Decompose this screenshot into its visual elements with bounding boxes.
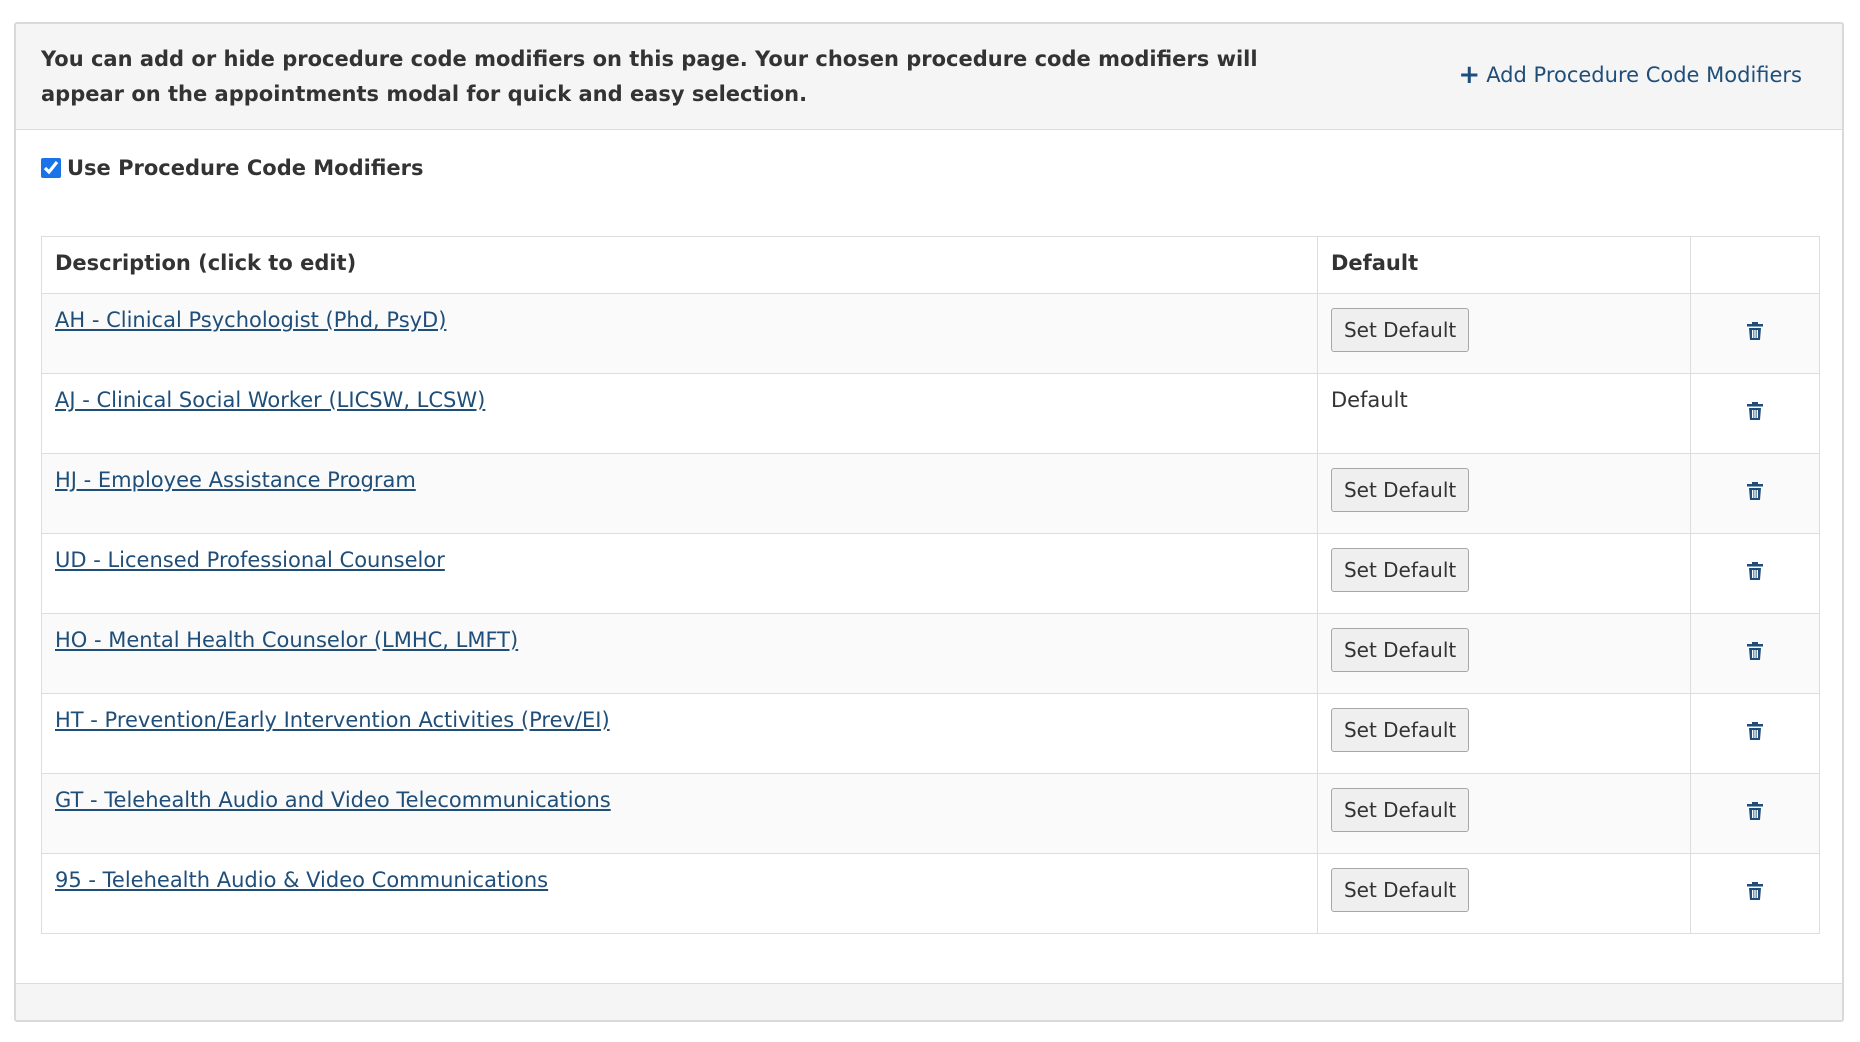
trash-icon[interactable] (1746, 401, 1764, 421)
add-procedure-code-modifiers-link[interactable]: + Add Procedure Code Modifiers (1458, 62, 1802, 88)
plus-icon: + (1458, 60, 1481, 90)
trash-icon[interactable] (1746, 481, 1764, 501)
trash-icon[interactable] (1746, 801, 1764, 821)
set-default-button[interactable]: Set Default (1330, 788, 1470, 832)
default-cell: Default (1316, 373, 1692, 454)
default-cell: Set Default (1316, 533, 1692, 614)
trash-icon[interactable] (1746, 721, 1764, 741)
description-cell: AJ - Clinical Social Worker (LICSW, LCSW… (41, 373, 1318, 454)
trash-icon[interactable] (1746, 881, 1764, 901)
description-cell: 95 - Telehealth Audio & Video Communicat… (41, 853, 1318, 934)
default-cell: Set Default (1316, 773, 1692, 854)
modifier-description-link[interactable]: HT - Prevention/Early Intervention Activ… (55, 708, 610, 732)
default-cell: Set Default (1316, 853, 1692, 934)
delete-cell (1690, 533, 1820, 614)
table-row: GT - Telehealth Audio and Video Telecomm… (41, 773, 1820, 854)
table-row: UD - Licensed Professional Counselor Set … (41, 533, 1820, 614)
table-row: AH - Clinical Psychologist (Phd, PsyD) Se… (41, 293, 1820, 374)
add-link-label: Add Procedure Code Modifiers (1486, 63, 1802, 87)
table-row: AJ - Clinical Social Worker (LICSW, LCSW… (41, 373, 1820, 454)
table-row: HJ - Employee Assistance Program Set Defa… (41, 453, 1820, 534)
set-default-button[interactable]: Set Default (1330, 708, 1470, 752)
use-modifiers-checkbox[interactable] (41, 158, 61, 178)
table-row: HO - Mental Health Counselor (LMHC, LMFT… (41, 613, 1820, 694)
set-default-button[interactable]: Set Default (1330, 548, 1470, 592)
modifier-description-link[interactable]: HO - Mental Health Counselor (LMHC, LMFT… (55, 628, 518, 652)
actions-column-header (1690, 236, 1820, 294)
procedure-code-modifiers-panel: You can add or hide procedure code modif… (14, 22, 1844, 1022)
table-row: 95 - Telehealth Audio & Video Communicat… (41, 853, 1820, 934)
set-default-button[interactable]: Set Default (1330, 868, 1470, 912)
default-cell: Set Default (1316, 293, 1692, 374)
description-cell: HT - Prevention/Early Intervention Activ… (41, 693, 1318, 774)
default-cell: Set Default (1316, 453, 1692, 534)
description-column-header: Description (click to edit) (41, 236, 1318, 294)
modifier-description-link[interactable]: AH - Clinical Psychologist (Phd, PsyD) (55, 308, 446, 332)
table-header-row: Description (click to edit) Default (41, 236, 1820, 294)
description-cell: HJ - Employee Assistance Program (41, 453, 1318, 534)
delete-cell (1690, 293, 1820, 374)
modifiers-table-wrap: Description (click to edit) Default AH -… (41, 236, 1820, 934)
delete-cell (1690, 693, 1820, 774)
modifier-description-link[interactable]: AJ - Clinical Social Worker (LICSW, LCSW… (55, 388, 485, 412)
modifier-description-link[interactable]: GT - Telehealth Audio and Video Telecomm… (55, 788, 611, 812)
use-modifiers-label: Use Procedure Code Modifiers (67, 156, 424, 180)
set-default-button[interactable]: Set Default (1330, 308, 1470, 352)
modifiers-table-body: AH - Clinical Psychologist (Phd, PsyD) Se… (41, 293, 1820, 934)
table-row: HT - Prevention/Early Intervention Activ… (41, 693, 1820, 774)
trash-icon[interactable] (1746, 561, 1764, 581)
default-column-header: Default (1316, 236, 1692, 294)
trash-icon[interactable] (1746, 641, 1764, 661)
delete-cell (1690, 613, 1820, 694)
delete-cell (1690, 453, 1820, 534)
set-default-button[interactable]: Set Default (1330, 468, 1470, 512)
delete-cell (1690, 773, 1820, 854)
trash-icon[interactable] (1746, 321, 1764, 341)
panel-footer (16, 983, 1842, 1020)
modifiers-table: Description (click to edit) Default AH -… (41, 236, 1820, 934)
delete-cell (1690, 373, 1820, 454)
default-label: Default (1330, 388, 1408, 412)
panel-header: You can add or hide procedure code modif… (16, 24, 1842, 130)
modifier-description-link[interactable]: UD - Licensed Professional Counselor (55, 548, 445, 572)
use-modifiers-row[interactable]: Use Procedure Code Modifiers (41, 156, 424, 180)
description-cell: GT - Telehealth Audio and Video Telecomm… (41, 773, 1318, 854)
modifier-description-link[interactable]: 95 - Telehealth Audio & Video Communicat… (55, 868, 548, 892)
intro-text: You can add or hide procedure code modif… (41, 47, 1258, 106)
modifier-description-link[interactable]: HJ - Employee Assistance Program (55, 468, 416, 492)
default-cell: Set Default (1316, 693, 1692, 774)
delete-cell (1690, 853, 1820, 934)
description-cell: HO - Mental Health Counselor (LMHC, LMFT… (41, 613, 1318, 694)
description-cell: AH - Clinical Psychologist (Phd, PsyD) (41, 293, 1318, 374)
default-cell: Set Default (1316, 613, 1692, 694)
description-cell: UD - Licensed Professional Counselor (41, 533, 1318, 614)
set-default-button[interactable]: Set Default (1330, 628, 1470, 672)
